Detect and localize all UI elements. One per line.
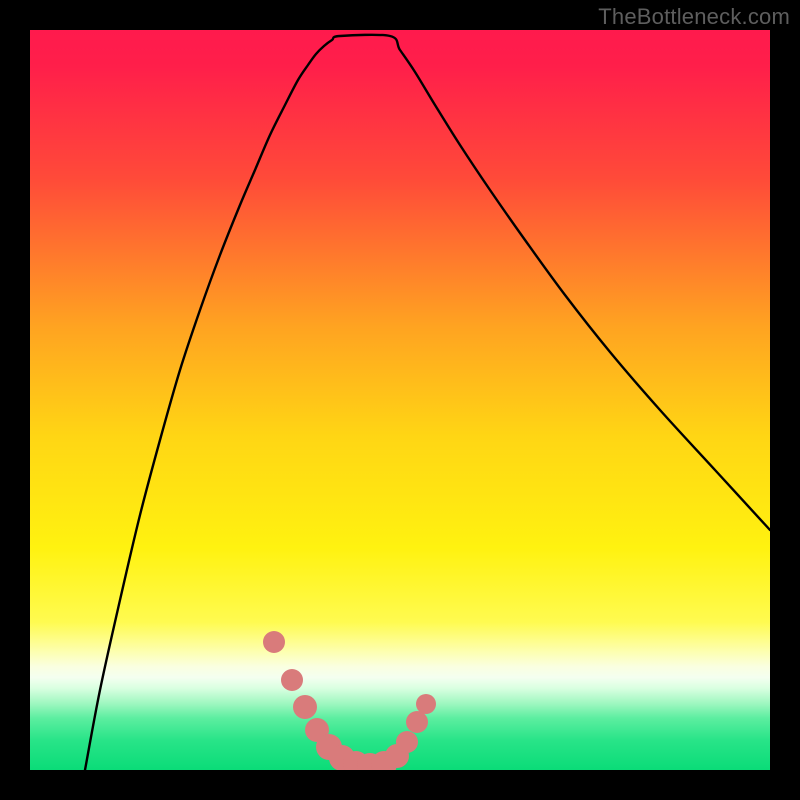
gradient-background: [30, 30, 770, 770]
chart-frame: TheBottleneck.com: [0, 0, 800, 800]
sausage-marker: [281, 669, 303, 691]
sausage-marker: [293, 695, 317, 719]
sausage-marker: [406, 711, 428, 733]
watermark-text: TheBottleneck.com: [598, 4, 790, 30]
sausage-marker: [416, 694, 436, 714]
sausage-marker: [263, 631, 285, 653]
plot-area: [30, 30, 770, 770]
chart-svg: [30, 30, 770, 770]
sausage-marker: [396, 731, 418, 753]
